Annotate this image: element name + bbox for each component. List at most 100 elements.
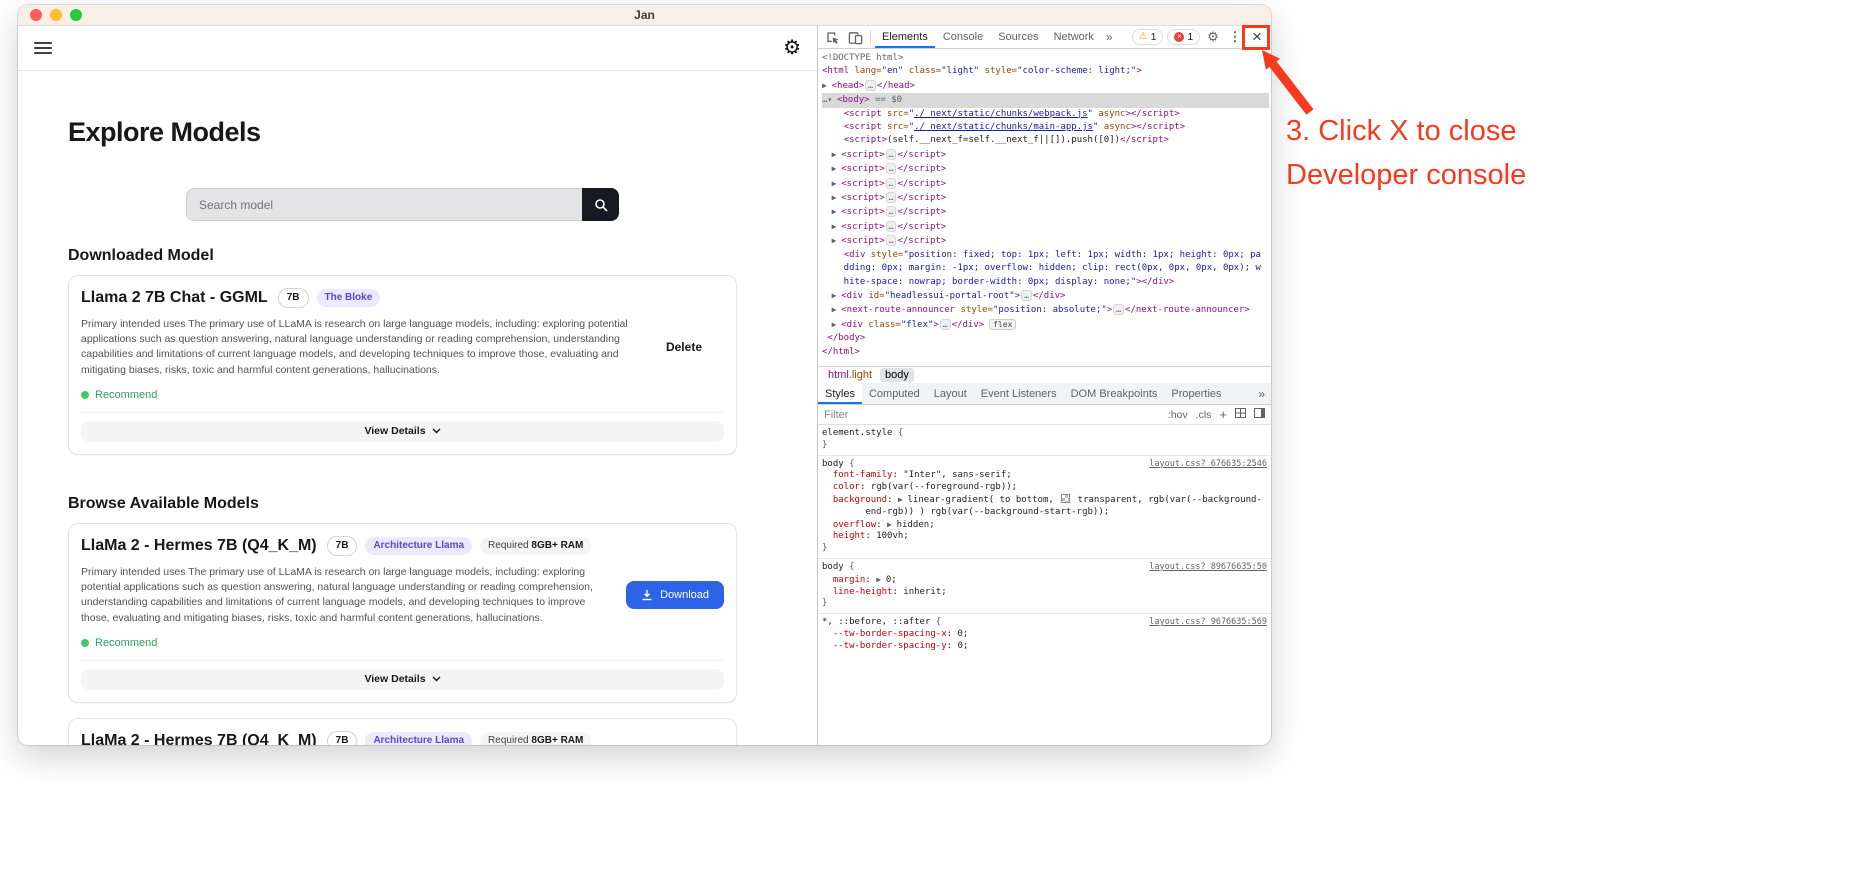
tab-layout[interactable]: Layout [927,383,974,404]
code-line[interactable]: </body> [822,332,1269,345]
code-line[interactable]: layout.css?_9676635:569*, ::before, ::af… [822,617,1267,629]
recommend-status: Recommend [81,389,724,401]
code-line[interactable]: ▶ <script>…</script> [822,148,1269,162]
code-line[interactable]: } [822,598,1267,610]
code-line[interactable]: dding: 0px; margin: -1px; overflow: hidd… [822,262,1269,275]
view-details-button[interactable]: View Details [81,669,724,690]
code-line[interactable]: height: 100vh; [822,531,1267,543]
code-line[interactable]: margin: ▶ 0; [822,574,1267,587]
model-card-body: Primary intended uses The primary use of… [81,565,724,626]
code-line[interactable]: <!DOCTYPE html> [822,52,1269,65]
card-divider [81,660,724,661]
panel-layout-icon[interactable] [1254,408,1265,421]
annotation-line-2: Developer console [1286,154,1526,198]
download-button[interactable]: Download [626,581,724,609]
code-line[interactable]: ▶ <script>…</script> [822,205,1269,219]
inspect-element-icon[interactable] [821,26,843,48]
tab-console[interactable]: Console [936,26,990,48]
code-line[interactable]: ▶ <script>…</script> [822,162,1269,176]
view-details-label: View Details [364,673,425,685]
code-line[interactable]: line-height: inherit; [822,587,1267,599]
code-line[interactable]: ▶ <next-route-announcer style="position:… [822,303,1269,317]
settings-gear-icon[interactable]: ⚙ [783,38,801,58]
tab-styles[interactable]: Styles [818,383,862,404]
view-details-label: View Details [364,425,425,437]
new-style-rule-button[interactable]: + [1219,407,1227,422]
model-description: Primary intended uses The primary use of… [81,317,629,378]
more-sidebar-tabs-icon[interactable]: » [1252,383,1271,404]
toggle-element-state-button[interactable]: :hov [1168,409,1188,421]
devtools-panel: Elements Console Sources Network » ⚠ 1 ×… [817,26,1271,745]
devtools-settings-gear-icon[interactable]: ⚙ [1202,29,1224,45]
model-ram-badge: Required 8GB+ RAM [480,537,591,555]
code-line[interactable]: --tw-border-spacing-y: 0; [822,641,1267,653]
toolbar-divider [870,30,871,44]
tab-elements[interactable]: Elements [875,26,935,48]
breadcrumb-html[interactable]: html.light [823,368,877,382]
code-line[interactable]: } [822,543,1267,555]
code-line[interactable]: </html> [822,346,1269,359]
tab-properties[interactable]: Properties [1164,383,1228,404]
styles-filter-input[interactable] [824,409,1168,421]
styles-filter-bar: :hov .cls + [818,405,1271,425]
code-line[interactable] [818,613,1271,614]
code-line[interactable]: ▶ <script>…</script> [822,220,1269,234]
code-line[interactable]: ▶ <div id="headlessui-portal-root">…</di… [822,289,1269,303]
view-details-button[interactable]: View Details [81,421,724,442]
breadcrumb-body[interactable]: body [880,368,914,382]
code-line[interactable]: background: ▶ linear-gradient( to bottom… [822,494,1267,507]
tab-computed[interactable]: Computed [862,383,927,404]
code-line[interactable]: overflow: ▶ hidden; [822,519,1267,532]
code-line[interactable]: ▶ <script>…</script> [822,177,1269,191]
delete-button[interactable]: Delete [666,340,702,354]
code-line[interactable]: ▶ <script>…</script> [822,191,1269,205]
code-line[interactable]: color: rgb(var(--foreground-rgb)); [822,482,1267,494]
warning-count-badge[interactable]: ⚠ 1 [1132,29,1164,45]
code-line[interactable] [818,455,1271,456]
code-line[interactable]: <div style="position: fixed; top: 1px; l… [822,249,1269,262]
window-body: ⚙ Explore Models Downloaded Model Llama … [18,26,1271,745]
code-line[interactable]: <script src="./_next/static/chunks/main-… [822,121,1269,134]
window-title: Jan [18,8,1271,22]
card-divider [81,412,724,413]
menu-icon[interactable] [34,42,52,54]
recommend-dot-icon [81,639,89,647]
chevron-down-icon [432,676,441,682]
code-line[interactable] [818,558,1271,559]
tab-network[interactable]: Network [1047,26,1101,48]
jan-app-window: Jan ⚙ Explore Models Downloa [18,5,1271,745]
model-card-downloaded: Llama 2 7B Chat - GGML 7B The Bloke Prim… [68,275,737,455]
code-line[interactable]: ▶ <div class="flex">…</div>flex [822,318,1269,332]
error-count-badge[interactable]: × 1 [1167,29,1200,45]
titlebar: Jan [18,5,1271,26]
jan-app-pane: ⚙ Explore Models Downloaded Model Llama … [18,26,817,745]
tab-sources[interactable]: Sources [991,26,1045,48]
search-input[interactable] [186,188,582,221]
code-line[interactable]: ▶ <head>…</head> [822,79,1269,93]
code-line[interactable]: <script src="./_next/static/chunks/webpa… [822,108,1269,121]
element-classes-button[interactable]: .cls [1196,409,1212,421]
code-line[interactable]: layout.css?_89676635:50body { [822,562,1267,574]
code-line[interactable]: <script>(self.__next_f=self.__next_f||[]… [822,134,1269,147]
device-toolbar-icon[interactable] [844,26,866,48]
code-line[interactable]: element.style { [822,428,1267,440]
annotation-text: 3. Click X to close Developer console [1286,110,1526,197]
model-architecture-badge: Architecture Llama [365,732,472,745]
search-button[interactable] [582,188,619,221]
computed-sidebar-icon[interactable] [1235,408,1246,421]
code-line[interactable]: --tw-border-spacing-x: 0; [822,629,1267,641]
code-line[interactable]: <html lang="en" class="light" style="col… [822,65,1269,78]
code-line[interactable]: layout.css?_676635:2546body { [822,459,1267,471]
styles-pane: element.style {} layout.css?_676635:2546b… [818,425,1271,745]
more-tabs-icon[interactable]: » [1102,26,1117,48]
code-line[interactable]: font-family: "Inter", sans-serif; [822,470,1267,482]
warning-icon: ⚠ [1139,32,1148,42]
code-line[interactable]: hite-space: nowrap; border-width: 0px; d… [822,276,1269,289]
tab-dom-breakpoints[interactable]: DOM Breakpoints [1064,383,1165,404]
code-line[interactable]: …▾ <body> == $0 [822,93,1269,107]
code-line[interactable]: end-rgb)) ) rgb(var(--background-start-r… [822,507,1267,519]
tab-event-listeners[interactable]: Event Listeners [974,383,1064,404]
recommend-status: Recommend [81,637,724,649]
code-line[interactable]: ▶ <script>…</script> [822,234,1269,248]
code-line[interactable]: } [822,440,1267,452]
